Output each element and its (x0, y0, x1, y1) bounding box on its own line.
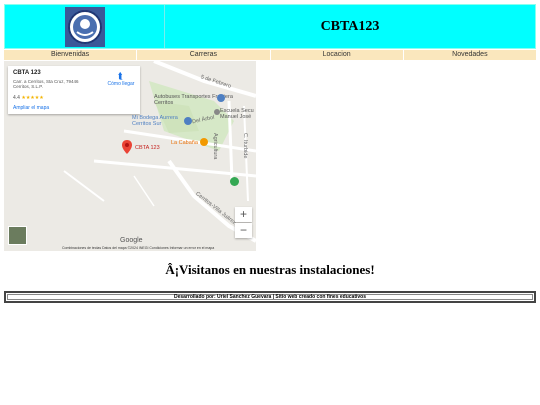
zoom-in-button[interactable]: + (235, 207, 252, 222)
zoom-out-button[interactable]: − (235, 223, 252, 238)
shopping-cart-icon[interactable] (184, 117, 192, 125)
place-card: CBTA 123 Carr. a Cerritos, Sta Cruz, 794… (8, 66, 140, 114)
rating-value: 4.4 (13, 95, 20, 101)
rating-stars-icon: ★★★★★ (21, 95, 44, 101)
park-icon[interactable] (230, 177, 239, 186)
street-label-agricultura: Agricultura (212, 133, 218, 160)
bus-station-icon[interactable] (217, 94, 225, 102)
nav-item-bienvenidas[interactable]: Bienvenidas (4, 50, 137, 60)
directions-button[interactable]: ⮬ Cómo llegar (105, 71, 137, 88)
bodega-label: Mi Bodega Aurrera Cerritos Sur (132, 115, 178, 127)
satellite-thumbnail[interactable] (8, 226, 27, 245)
nav-item-carreras[interactable]: Carreras (137, 50, 270, 60)
tagline: Â¡Visitanos en nuestras instalaciones! (165, 262, 375, 277)
directions-icon: ⮬ (118, 71, 124, 81)
map-footer-links[interactable]: Combinaciones de teclas Datos del mapa ©… (62, 246, 214, 250)
place-rating: 4.4 ★★★★★ (13, 95, 44, 101)
enlarge-map-link[interactable]: Ampliar el mapa (13, 105, 49, 111)
restaurant-label: La Cabaña (171, 140, 198, 146)
school-seal-icon (65, 7, 105, 47)
nav-item-locacion[interactable]: Locacion (270, 50, 403, 60)
logo-cell (5, 5, 165, 48)
place-address: Carr. a Cerritos, Sta Cruz, 79446 Cerrit… (13, 79, 79, 89)
main-nav: Bienvenidas Carreras Locacion Novedades (4, 50, 536, 60)
school-icon[interactable] (214, 109, 220, 115)
restaurant-icon[interactable] (200, 138, 208, 146)
embedded-map[interactable]: CBTA 123 Carr. a Cerritos, Sta Cruz, 794… (4, 61, 256, 251)
nav-item-novedades[interactable]: Novedades (403, 50, 536, 60)
directions-label: Cómo llegar (107, 81, 135, 87)
school-label: Escuela Secu Manuel José (220, 108, 254, 120)
credits-text: Desarrollado por: Uriel Sanchez Guevara … (7, 294, 533, 300)
footer: Desarrollado por: Uriel Sanchez Guevara … (4, 291, 536, 303)
google-logo: Google (120, 237, 143, 244)
pin-label: CBTA 123 (135, 145, 160, 151)
site-header: CBTA123 (4, 4, 536, 49)
page-title: CBTA123 (320, 18, 380, 34)
place-name: CBTA 123 (13, 70, 41, 76)
location-pin-icon[interactable] (122, 140, 132, 154)
street-label-iturbide: C. Iturbide (242, 133, 248, 159)
